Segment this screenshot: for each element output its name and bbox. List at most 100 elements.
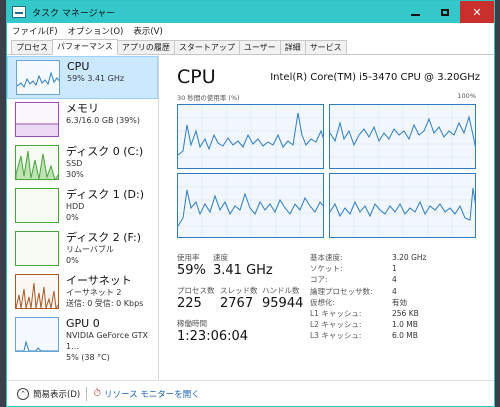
- usage-label: 使用率: [177, 253, 200, 262]
- sidebar-detail: 6.3/16.0 GB (39%): [66, 116, 141, 125]
- core-3-graph: [329, 173, 476, 238]
- cpu-stats: 使用率 59% 速度 3.41 GHz プロセス数 225 スレッド数 2767…: [177, 252, 480, 350]
- tab-services[interactable]: サービス: [304, 40, 347, 54]
- spec-value: 256 KB: [392, 309, 419, 319]
- close-button[interactable]: ✕: [460, 1, 494, 23]
- sidebar-detail: 5% (38 °C): [66, 353, 110, 362]
- sidebar-name: イーサネット: [66, 274, 132, 287]
- memory-thumbnail-graph: [15, 102, 59, 137]
- cpu-specs: 基本速度: 3.20 GHz ソケット: 1 コア: 4 論理プロセッサ数: 4 仮想化…: [310, 252, 426, 342]
- sidebar-name: ディスク 1 (D:): [66, 188, 144, 201]
- sidebar-name: ディスク 0 (C:): [66, 145, 144, 158]
- chevron-up-icon[interactable]: ⌃: [17, 387, 29, 400]
- core-0-graph: [177, 104, 324, 169]
- sidebar-detail: NVIDIA GeForce GTX 1…: [66, 331, 148, 351]
- spec-key: コア:: [310, 275, 328, 285]
- sidebar-detail: SSD: [66, 159, 83, 168]
- spec-value: 有効: [392, 297, 407, 307]
- spec-key: ソケット:: [310, 264, 343, 274]
- spec-value: 1.0 MB: [392, 320, 418, 330]
- core-1-graph: [329, 104, 476, 169]
- spec-value: 4: [392, 275, 397, 285]
- sidebar-item-disk-1[interactable]: ディスク 1 (D:) HDD 0%: [7, 185, 158, 228]
- task-manager-icon: [12, 6, 26, 18]
- graph-max-label: 100%: [457, 92, 476, 100]
- sidebar-item-disk-2[interactable]: ディスク 2 (F:) リムーバブル 0%: [7, 228, 158, 271]
- maximize-button[interactable]: [430, 1, 460, 23]
- tab-startup[interactable]: スタートアップ: [173, 40, 240, 54]
- spec-key: 基本速度:: [310, 253, 343, 262]
- cpu-model-name: Intel(R) Core(TM) i5-3470 CPU @ 3.20GHz: [270, 72, 480, 83]
- sidebar-item-gpu[interactable]: GPU 0 NVIDIA GeForce GTX 1… 5% (38 °C): [7, 314, 158, 362]
- tab-users[interactable]: ユーザー: [238, 40, 281, 54]
- sidebar-item-cpu[interactable]: CPU 59% 3.41 GHz: [7, 56, 158, 99]
- core-2-graph: [177, 173, 324, 238]
- sidebar-detail: 0%: [66, 256, 79, 265]
- sidebar-detail: 30%: [66, 170, 84, 179]
- sidebar-name: メモリ: [66, 102, 99, 115]
- tab-details[interactable]: 詳細: [279, 40, 306, 54]
- menu-bar: ファイル(F) オプション(O) 表示(V): [7, 23, 494, 39]
- speed-label: 速度: [213, 253, 228, 262]
- disk-0-thumbnail-graph: [15, 145, 59, 180]
- cpu-graphs: [177, 104, 480, 238]
- sidebar-name: CPU: [67, 60, 90, 73]
- threads-label: スレッド数: [220, 286, 258, 295]
- tab-performance[interactable]: パフォーマンス: [52, 39, 118, 55]
- cpu-detail-panel: CPU Intel(R) Core(TM) i5-3470 CPU @ 3.20…: [159, 56, 494, 380]
- sidebar-detail: 送信: 0 受信: 0 Kbps: [66, 299, 144, 308]
- menu-view[interactable]: 表示(V): [133, 25, 162, 37]
- sidebar-item-memory[interactable]: メモリ 6.3/16.0 GB (39%): [7, 99, 158, 142]
- sidebar-detail: イーサネット 2: [66, 288, 122, 297]
- spec-key: L3 キャッシュ:: [310, 331, 362, 341]
- tab-processes[interactable]: プロセス: [11, 40, 53, 54]
- open-resource-monitor-link[interactable]: リソース モニターを開く: [104, 388, 200, 400]
- minimize-button[interactable]: [400, 1, 430, 23]
- handles-label: ハンドル数: [262, 286, 300, 295]
- gpu-thumbnail-graph: [15, 317, 59, 352]
- sidebar-detail: HDD: [66, 202, 85, 211]
- sidebar-detail: 59% 3.41 GHz: [67, 74, 125, 83]
- footer-bar: ⌃ 簡易表示(D) ⏱ リソース モニターを開く: [7, 380, 494, 406]
- cpu-thumbnail-graph: [16, 60, 60, 95]
- task-manager-window: タスク マネージャー ✕ ファイル(F) オプション(O) 表示(V) プロセス…: [6, 0, 495, 407]
- usage-value: 59%: [177, 263, 206, 278]
- footer-divider: [86, 386, 88, 401]
- processes-value: 225: [177, 296, 202, 311]
- sidebar-name: GPU 0: [66, 317, 100, 330]
- maximize-icon: [441, 8, 449, 16]
- sidebar-item-ethernet[interactable]: イーサネット イーサネット 2 送信: 0 受信: 0 Kbps: [7, 271, 158, 314]
- spec-value: 6.0 MB: [392, 331, 418, 341]
- spec-key: L2 キャッシュ:: [310, 320, 362, 330]
- title-bar[interactable]: タスク マネージャー ✕: [7, 1, 494, 23]
- disk-1-thumbnail-graph: [15, 188, 59, 223]
- tab-app-history[interactable]: アプリの履歴: [116, 40, 175, 54]
- sidebar-name: ディスク 2 (F:): [66, 231, 141, 244]
- sidebar-item-disk-0[interactable]: ディスク 0 (C:) SSD 30%: [7, 142, 158, 185]
- ethernet-thumbnail-graph: [15, 274, 59, 309]
- uptime-value: 1:23:06:04: [177, 329, 249, 344]
- threads-value: 2767: [220, 296, 254, 311]
- menu-file[interactable]: ファイル(F): [12, 25, 58, 37]
- uptime-label: 稼働時間: [177, 319, 207, 328]
- spec-key: 論理プロセッサ数:: [310, 286, 373, 296]
- resource-monitor-icon: ⏱: [93, 388, 101, 399]
- minimize-icon: [410, 14, 420, 16]
- speed-value: 3.41 GHz: [213, 263, 273, 278]
- spec-key: 仮想化:: [310, 297, 336, 307]
- spec-value: 4: [392, 286, 397, 296]
- handles-value: 95944: [262, 296, 304, 311]
- window-title: タスク マネージャー: [32, 8, 116, 19]
- sidebar-detail: 0%: [66, 213, 79, 222]
- menu-options[interactable]: オプション(O): [68, 25, 124, 37]
- processes-label: プロセス数: [177, 286, 215, 295]
- sidebar-detail: リムーバブル: [66, 245, 114, 254]
- spec-value: 3.20 GHz: [392, 253, 427, 262]
- disk-2-thumbnail-graph: [15, 231, 59, 266]
- fewer-details-button[interactable]: 簡易表示(D): [33, 388, 80, 400]
- tab-strip: プロセス パフォーマンス アプリの履歴 スタートアップ ユーザー 詳細 サービス: [7, 39, 494, 55]
- graph-caption: 30 秒間の使用率 (%): [177, 94, 240, 102]
- performance-sidebar: CPU 59% 3.41 GHz メモリ 6.3/16.0 GB (39%) デ…: [7, 56, 159, 380]
- spec-key: L1 キャッシュ:: [310, 309, 362, 319]
- spec-value: 1: [392, 264, 397, 274]
